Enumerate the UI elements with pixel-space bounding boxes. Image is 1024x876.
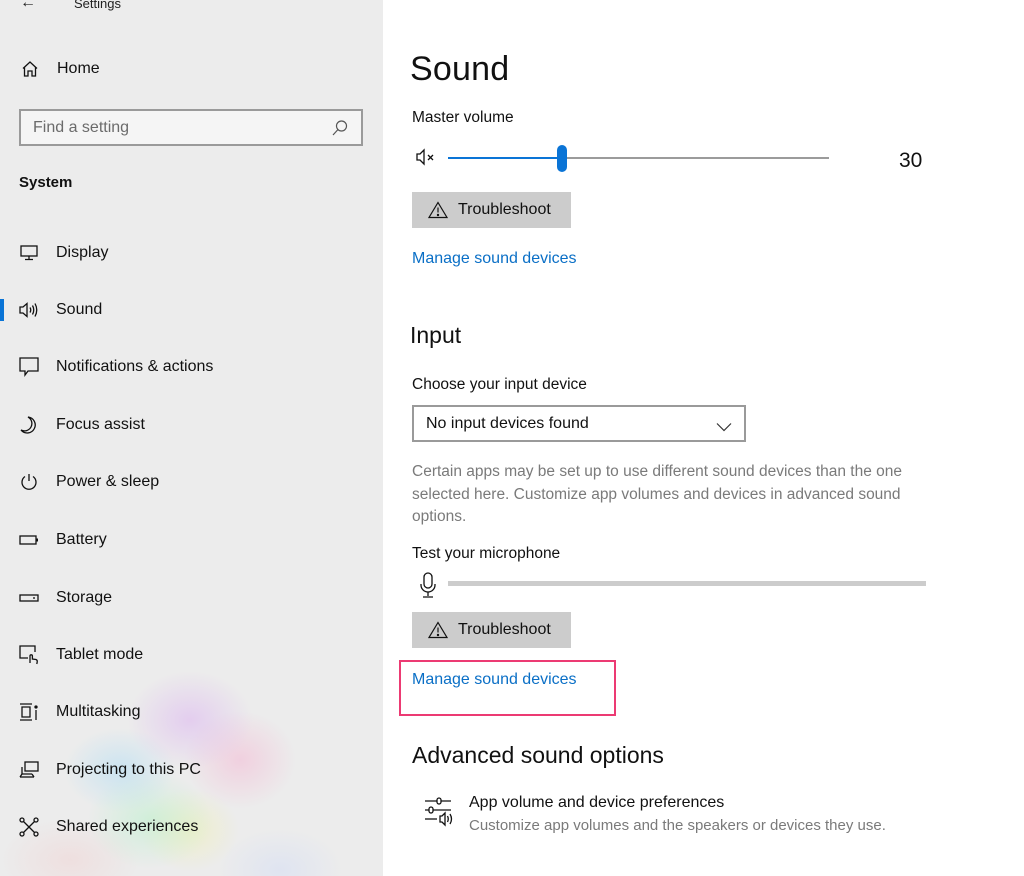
app-volume-mixer-icon	[423, 796, 455, 828]
sidebar-item-storage[interactable]: Storage	[0, 578, 383, 618]
sidebar-item-label: Battery	[56, 531, 107, 548]
sidebar-item-tablet-mode[interactable]: Tablet mode	[0, 635, 383, 675]
choose-input-label: Choose your input device	[412, 376, 587, 393]
sidebar-item-label: Power & sleep	[56, 473, 160, 490]
manage-sound-devices-link-input[interactable]: Manage sound devices	[412, 671, 577, 689]
sidebar-item-label: Tablet mode	[56, 646, 144, 663]
slider-thumb[interactable]	[557, 145, 568, 172]
sidebar-item-label: Storage	[56, 589, 113, 606]
power-icon	[19, 472, 39, 492]
input-device-value: No input devices found	[426, 414, 589, 432]
volume-value: 30	[899, 149, 923, 172]
master-volume-slider[interactable]	[448, 145, 829, 172]
search-icon[interactable]	[331, 119, 349, 137]
sidebar-item-sound[interactable]: Sound	[0, 290, 383, 330]
slider-fill	[448, 157, 563, 159]
sidebar-item-battery[interactable]: Battery	[0, 520, 383, 560]
sidebar-item-label: Sound	[56, 301, 103, 318]
speaker-muted-icon[interactable]	[416, 148, 440, 166]
input-heading: Input	[410, 322, 462, 348]
sidebar-item-projecting[interactable]: Projecting to this PC	[0, 750, 383, 790]
home-nav-item[interactable]: Home	[19, 58, 100, 80]
home-icon	[19, 58, 41, 80]
master-volume-label: Master volume	[412, 109, 514, 126]
monitor-icon	[19, 243, 39, 263]
advanced-sound-options-heading: Advanced sound options	[412, 742, 664, 768]
input-troubleshoot-button[interactable]: Troubleshoot	[412, 612, 571, 648]
sidebar-item-label: Multitasking	[56, 703, 141, 720]
sidebar-item-multitasking[interactable]: Multitasking	[0, 692, 383, 732]
warning-icon	[427, 201, 449, 219]
sidebar-item-label: Display	[56, 244, 109, 261]
sidebar-item-label: Notifications & actions	[56, 358, 214, 375]
group-label-system: System	[19, 174, 73, 191]
projecting-icon	[19, 760, 39, 780]
sidebar-item-display[interactable]: Display	[0, 233, 383, 273]
manage-sound-devices-link-output[interactable]: Manage sound devices	[412, 250, 577, 268]
home-label: Home	[57, 60, 100, 77]
storage-icon	[19, 588, 39, 608]
warning-icon	[427, 621, 449, 639]
selected-indicator	[0, 299, 4, 321]
speaker-icon	[19, 300, 39, 320]
search-input[interactable]	[33, 118, 331, 137]
input-device-dropdown[interactable]: No input devices found	[412, 405, 746, 442]
app-volume-title: App volume and device preferences	[469, 794, 725, 811]
tablet-mode-icon	[19, 645, 39, 665]
microphone-level-row	[412, 572, 932, 600]
multitasking-icon	[19, 702, 39, 722]
sidebar-item-notifications[interactable]: Notifications & actions	[0, 347, 383, 387]
microphone-level-bar	[448, 581, 926, 586]
sidebar-item-label: Shared experiences	[56, 818, 199, 835]
title-bar: ← Settings	[0, 0, 383, 16]
troubleshoot-label: Troubleshoot	[458, 621, 551, 638]
troubleshoot-label: Troubleshoot	[458, 201, 551, 218]
master-volume-row	[412, 144, 972, 174]
microphone-icon	[418, 572, 438, 599]
notification-icon	[19, 357, 39, 377]
app-volume-device-preferences-item[interactable]: App volume and device preferences Custom…	[423, 794, 943, 838]
sidebar: ← Settings Home System Display Sound Not…	[0, 0, 383, 876]
moon-icon	[19, 415, 39, 435]
main-content: Sound Master volume 30 Troubleshoot Mana…	[383, 0, 1024, 876]
back-arrow-icon[interactable]: ←	[20, 0, 36, 12]
sidebar-item-shared-experiences[interactable]: Shared experiences	[0, 807, 383, 847]
search-box[interactable]	[19, 109, 363, 146]
chevron-down-icon	[716, 419, 732, 431]
app-title: Settings	[74, 0, 121, 11]
battery-icon	[19, 530, 39, 550]
page-title: Sound	[410, 50, 510, 88]
test-microphone-label: Test your microphone	[412, 545, 561, 562]
input-description: Certain apps may be set up to use differ…	[412, 463, 903, 525]
sidebar-item-label: Focus assist	[56, 416, 145, 433]
sidebar-item-focus-assist[interactable]: Focus assist	[0, 405, 383, 445]
shared-experiences-icon	[19, 817, 39, 837]
output-troubleshoot-button[interactable]: Troubleshoot	[412, 192, 571, 228]
sidebar-item-label: Projecting to this PC	[56, 761, 201, 778]
sidebar-item-power-sleep[interactable]: Power & sleep	[0, 462, 383, 502]
app-volume-subtitle: Customize app volumes and the speakers o…	[469, 817, 886, 834]
